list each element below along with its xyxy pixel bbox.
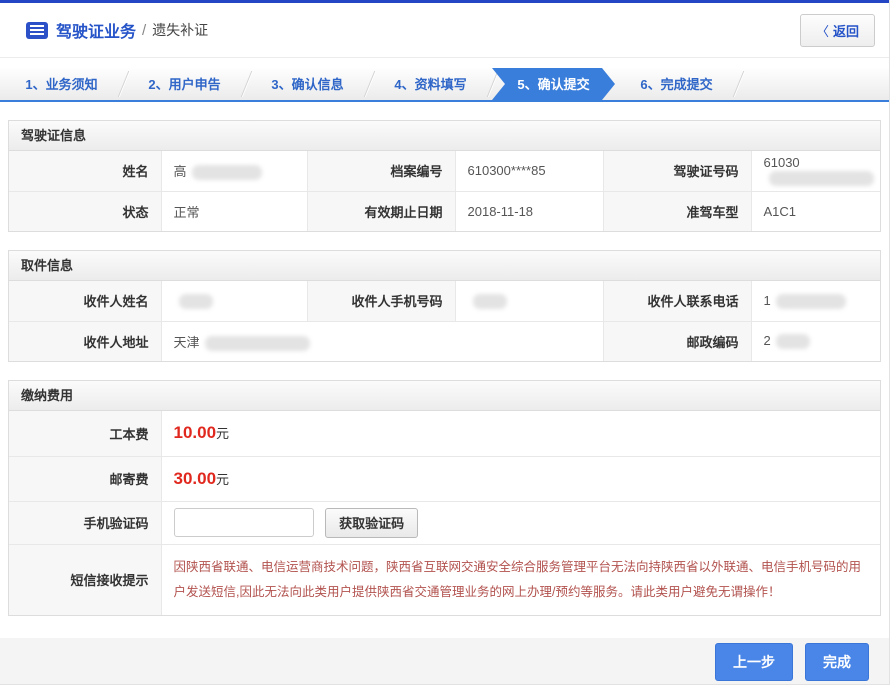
footer-bar: 上一步 完成	[0, 638, 889, 685]
tab-step-6[interactable]: 6、完成提交	[615, 68, 738, 100]
redacted-value	[179, 294, 213, 309]
expiry-label: 有效期止日期	[307, 191, 455, 231]
page: 驾驶证业务 / 遗失补证 〈 返回 1、业务须知 2、用户申告 3、确认信息 4…	[0, 0, 890, 685]
redacted-value	[776, 294, 846, 309]
sms-notice-label: 短信接收提示	[9, 544, 161, 615]
recipient-name-value	[161, 281, 307, 321]
finish-button[interactable]: 完成	[805, 643, 869, 681]
table-row: 手机验证码 获取验证码	[9, 501, 880, 544]
license-number-value: 61030	[751, 151, 880, 191]
license-table: 姓名 高 档案编号 610300****85 驾驶证号码 61030 状态 正常…	[9, 151, 880, 231]
back-button[interactable]: 〈 返回	[800, 14, 875, 47]
recipient-address-label: 收件人地址	[9, 321, 161, 361]
section-pickup-info: 取件信息 收件人姓名 收件人手机号码 收件人联系电话 1 收件人地址 天津 邮政…	[8, 250, 881, 362]
page-title: 驾驶证业务	[56, 18, 136, 42]
name-value: 高	[161, 151, 307, 191]
step-tabs: 1、业务须知 2、用户申告 3、确认信息 4、资料填写 5、确认提交 6、完成提…	[0, 68, 889, 102]
postcode-value: 2	[751, 321, 880, 361]
table-row: 收件人姓名 收件人手机号码 收件人联系电话 1	[9, 281, 880, 321]
back-button-label: 返回	[833, 21, 859, 40]
tabs-filler	[738, 68, 889, 100]
tab-step-1[interactable]: 1、业务须知	[0, 68, 123, 100]
breadcrumb-divider: /	[142, 22, 146, 39]
recipient-phone-value: 1	[751, 281, 880, 321]
postcode-label: 邮政编码	[603, 321, 751, 361]
file-number-value: 610300****85	[455, 151, 603, 191]
postage-fee-label: 邮寄费	[9, 456, 161, 501]
fees-table: 工本费 10.00元 邮寄费 30.00元 手机验证码 获取验证码 短信接收提示…	[9, 411, 880, 615]
captcha-cell: 获取验证码	[161, 501, 880, 544]
table-row: 姓名 高 档案编号 610300****85 驾驶证号码 61030	[9, 151, 880, 191]
vehicle-type-value: A1C1	[751, 191, 880, 231]
sms-notice-text: 因陕西省联通、电信运营商技术问题，陕西省互联网交通安全综合服务管理平台无法向持陕…	[174, 555, 869, 605]
breadcrumb-current: 遗失补证	[152, 20, 208, 40]
captcha-label: 手机验证码	[9, 501, 161, 544]
captcha-input[interactable]	[174, 508, 314, 537]
postage-fee-value: 30.00元	[161, 456, 880, 501]
redacted-value	[776, 334, 810, 349]
table-row: 工本费 10.00元	[9, 411, 880, 456]
recipient-name-label: 收件人姓名	[9, 281, 161, 321]
recipient-mobile-value	[455, 281, 603, 321]
redacted-value	[205, 336, 310, 351]
section-title: 缴纳费用	[9, 381, 880, 411]
chevron-left-icon: 〈	[816, 21, 829, 40]
redacted-value	[769, 171, 874, 186]
expiry-value: 2018-11-18	[455, 191, 603, 231]
tab-step-4[interactable]: 4、资料填写	[369, 68, 492, 100]
section-license-info: 驾驶证信息 姓名 高 档案编号 610300****85 驾驶证号码 61030…	[8, 120, 881, 232]
tab-step-3[interactable]: 3、确认信息	[246, 68, 369, 100]
section-title: 驾驶证信息	[9, 121, 880, 151]
file-number-label: 档案编号	[307, 151, 455, 191]
redacted-value	[192, 165, 262, 180]
status-value: 正常	[161, 191, 307, 231]
table-row: 邮寄费 30.00元	[9, 456, 880, 501]
sms-notice-cell: 因陕西省联通、电信运营商技术问题，陕西省互联网交通安全综合服务管理平台无法向持陕…	[161, 544, 880, 615]
tab-step-2[interactable]: 2、用户申告	[123, 68, 246, 100]
list-icon	[26, 22, 48, 39]
license-number-label: 驾驶证号码	[603, 151, 751, 191]
get-captcha-button[interactable]: 获取验证码	[325, 508, 418, 538]
section-fees: 缴纳费用 工本费 10.00元 邮寄费 30.00元 手机验证码 获取验证码 短…	[8, 380, 881, 616]
status-label: 状态	[9, 191, 161, 231]
table-row: 状态 正常 有效期止日期 2018-11-18 准驾车型 A1C1	[9, 191, 880, 231]
production-fee-label: 工本费	[9, 411, 161, 456]
table-row: 短信接收提示 因陕西省联通、电信运营商技术问题，陕西省互联网交通安全综合服务管理…	[9, 544, 880, 615]
recipient-address-value: 天津	[161, 321, 603, 361]
vehicle-type-label: 准驾车型	[603, 191, 751, 231]
recipient-mobile-label: 收件人手机号码	[307, 281, 455, 321]
page-header: 驾驶证业务 / 遗失补证 〈 返回	[0, 3, 889, 58]
previous-step-button[interactable]: 上一步	[715, 643, 793, 681]
production-fee-value: 10.00元	[161, 411, 880, 456]
recipient-phone-label: 收件人联系电话	[603, 281, 751, 321]
table-row: 收件人地址 天津 邮政编码 2	[9, 321, 880, 361]
pickup-table: 收件人姓名 收件人手机号码 收件人联系电话 1 收件人地址 天津 邮政编码 2	[9, 281, 880, 361]
redacted-value	[473, 294, 507, 309]
section-title: 取件信息	[9, 251, 880, 281]
tab-step-5-active[interactable]: 5、确认提交	[492, 68, 615, 100]
name-label: 姓名	[9, 151, 161, 191]
